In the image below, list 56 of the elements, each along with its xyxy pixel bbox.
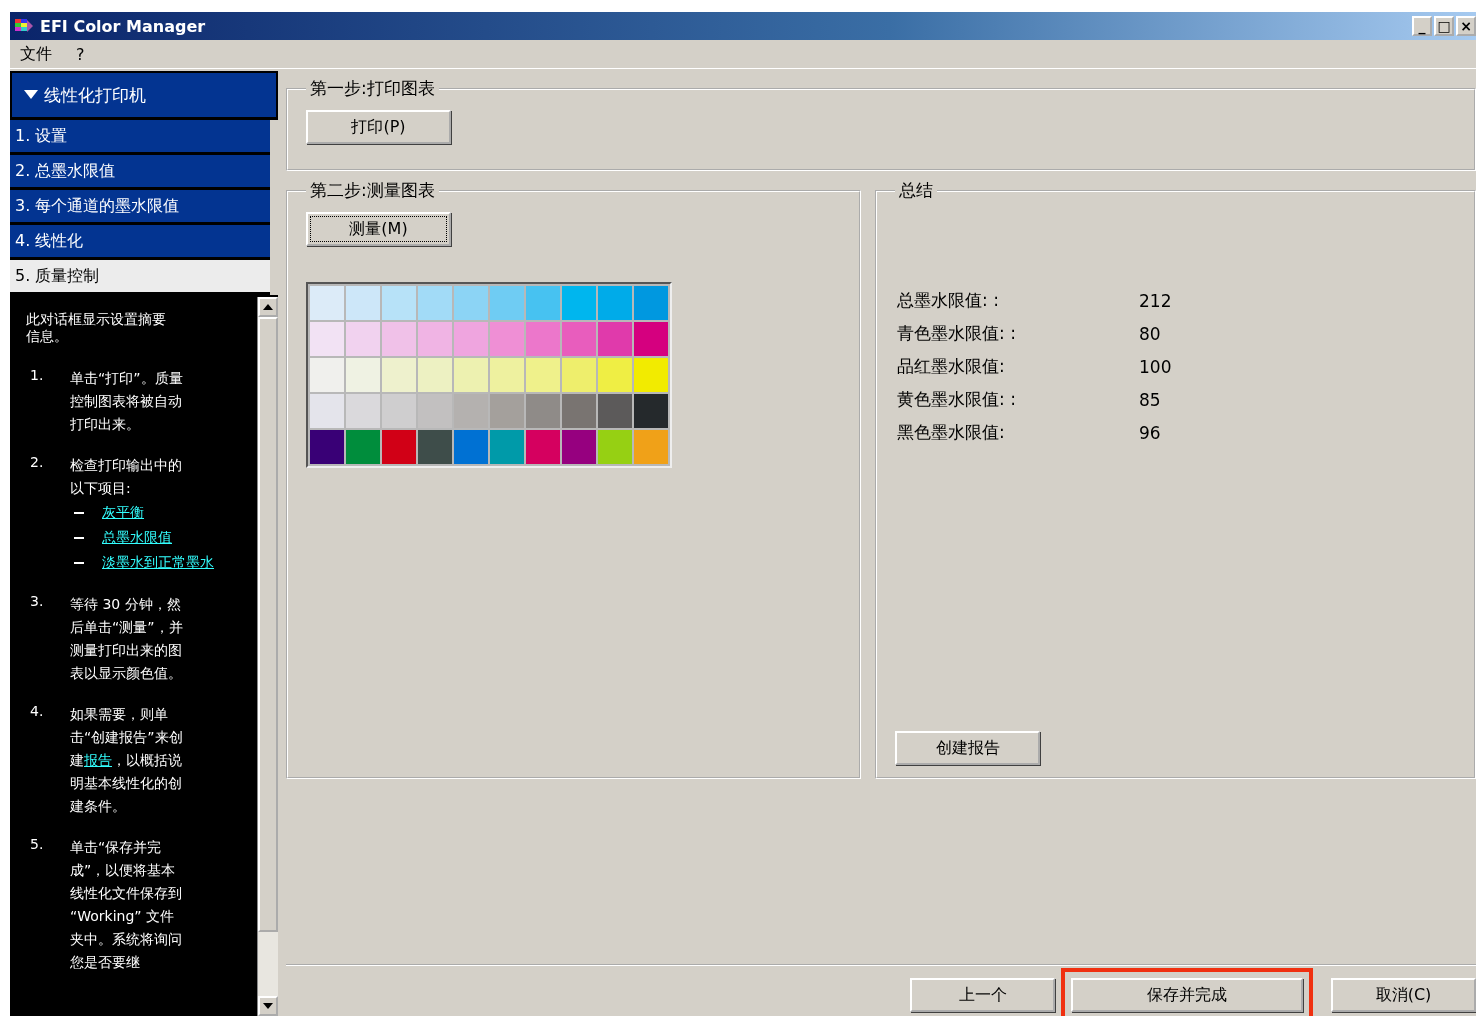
sidebar-item[interactable]: 2. 总墨水限值: [10, 155, 270, 190]
minimize-button[interactable]: _: [1412, 16, 1432, 36]
dash-bullet-icon: [74, 536, 84, 539]
step-text: 单击“保存并完成”，以便将基本线性化文件保存到 “Working” 文件夹中。系统将询问您是否要继: [70, 838, 183, 972]
expand-icon: [24, 90, 38, 100]
step-number: 1.: [29, 367, 45, 385]
scrollbar[interactable]: [257, 297, 278, 1016]
step-text: 等待 30 分钟，然后单击“测量”，并测量打印出来的图表以显示颜色值。: [70, 595, 184, 683]
create-report-button[interactable]: 创建报告: [895, 731, 1040, 765]
group-title: 第一步:打印图表: [309, 77, 436, 100]
summary-value: 96: [1139, 422, 1161, 443]
footer-button[interactable]: 保存并完成: [1071, 978, 1303, 1012]
summary-label: 青色墨水限值: :: [897, 322, 1017, 345]
help-link[interactable]: 淡墨水到正常墨水: [102, 550, 214, 575]
summary-value: 85: [1139, 389, 1161, 410]
sidebar-item[interactable]: 5. 质量控制: [10, 260, 270, 295]
help-link[interactable]: 灰平衡: [102, 500, 144, 525]
step-text: 如果需要，则单击“创建报告”来创建报告，以概括说明基本线性化的创建条件。: [70, 705, 184, 816]
dash-bullet-icon: [74, 561, 84, 564]
step-text: 检查打印输出中的以下项目:: [70, 456, 183, 498]
scroll-up-icon[interactable]: [263, 304, 273, 310]
step-number: 2.: [29, 454, 45, 472]
summary-label: 黑色墨水限值:: [897, 421, 1006, 444]
group-title: 第二步:测量图表: [309, 179, 436, 202]
help-link[interactable]: 总墨水限值: [102, 525, 172, 550]
close-button[interactable]: ×: [1456, 16, 1476, 36]
step-number: 3.: [29, 593, 45, 611]
summary-value: 80: [1139, 323, 1161, 344]
summary-value: 100: [1139, 356, 1172, 377]
menu-item[interactable]: 文件: [20, 43, 52, 65]
measure-button[interactable]: 测量(M): [306, 212, 451, 246]
footer-button[interactable]: 取消(C): [1331, 978, 1476, 1012]
group-title: 总结: [898, 179, 934, 202]
sidebar-header[interactable]: 线性化打印机: [10, 71, 278, 120]
window-title: EFI Color Manager: [40, 16, 207, 36]
report-link[interactable]: 报告: [84, 752, 112, 768]
step-text: 单击“打印”。质量控制图表将被自动打印出来。: [70, 369, 184, 434]
print-button[interactable]: 打印(P): [306, 110, 451, 144]
maximize-button[interactable]: □: [1434, 16, 1454, 36]
footer-button[interactable]: 上一个: [910, 978, 1055, 1012]
scroll-down-icon[interactable]: [263, 1003, 273, 1009]
step-number: 5.: [29, 836, 45, 854]
menu-item[interactable]: ?: [76, 44, 85, 64]
color-grid-icon: [14, 17, 34, 35]
sidebar-title: 线性化打印机: [44, 83, 146, 107]
help-intro: 此对话框显示设置摘要信息。: [26, 311, 167, 345]
summary-label: 总墨水限值: :: [897, 289, 1000, 312]
scroll-thumb[interactable]: [258, 317, 278, 932]
summary-label: 黄色墨水限值: :: [897, 388, 1017, 411]
summary-label: 品红墨水限值:: [897, 355, 1006, 378]
summary-value: 212: [1139, 290, 1172, 311]
sidebar-item[interactable]: 3. 每个通道的墨水限值: [10, 190, 270, 225]
sidebar-item[interactable]: 4. 线性化: [10, 225, 270, 260]
sidebar-item[interactable]: 1. 设置: [10, 120, 270, 155]
step-number: 4.: [29, 703, 45, 721]
dash-bullet-icon: [74, 511, 84, 514]
